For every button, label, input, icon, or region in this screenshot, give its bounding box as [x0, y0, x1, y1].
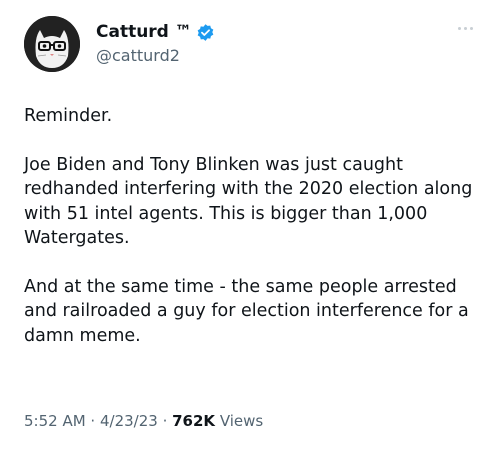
tweet-time[interactable]: 5:52 AM [24, 412, 86, 430]
meta-separator: · [157, 412, 173, 430]
author-block: Catturd ™ @catturd2 [96, 20, 215, 65]
views-count[interactable]: 762K [172, 412, 215, 430]
tweet-meta: 5:52 AM · 4/23/23 · 762K Views [24, 412, 263, 430]
meta-separator: · [85, 412, 100, 430]
verified-badge-icon [196, 23, 215, 42]
display-name-row: Catturd ™ [96, 20, 215, 44]
views-label: Views [215, 412, 264, 430]
tweet-header: Catturd ™ @catturd2 [24, 16, 476, 76]
cat-avatar-icon[interactable] [24, 16, 80, 72]
author-display-name[interactable]: Catturd ™ [96, 22, 192, 42]
tweet-date[interactable]: 4/23/23 [100, 412, 158, 430]
tweet-paragraph: And at the same time - the same people a… [24, 276, 469, 346]
more-dot [463, 26, 467, 30]
tweet-paragraph: Reminder. [24, 106, 113, 126]
tweet-paragraph: Joe Biden and Tony Blinken was just caug… [24, 154, 473, 249]
more-dot [457, 26, 461, 30]
more-dot [469, 26, 473, 30]
more-options-icon[interactable] [454, 22, 476, 34]
author-handle[interactable]: @catturd2 [96, 46, 215, 65]
tweet-card: Catturd ™ @catturd2 Reminder. Joe Biden … [0, 0, 500, 474]
tweet-text: Reminder. Joe Biden and Tony Blinken was… [24, 104, 484, 372]
